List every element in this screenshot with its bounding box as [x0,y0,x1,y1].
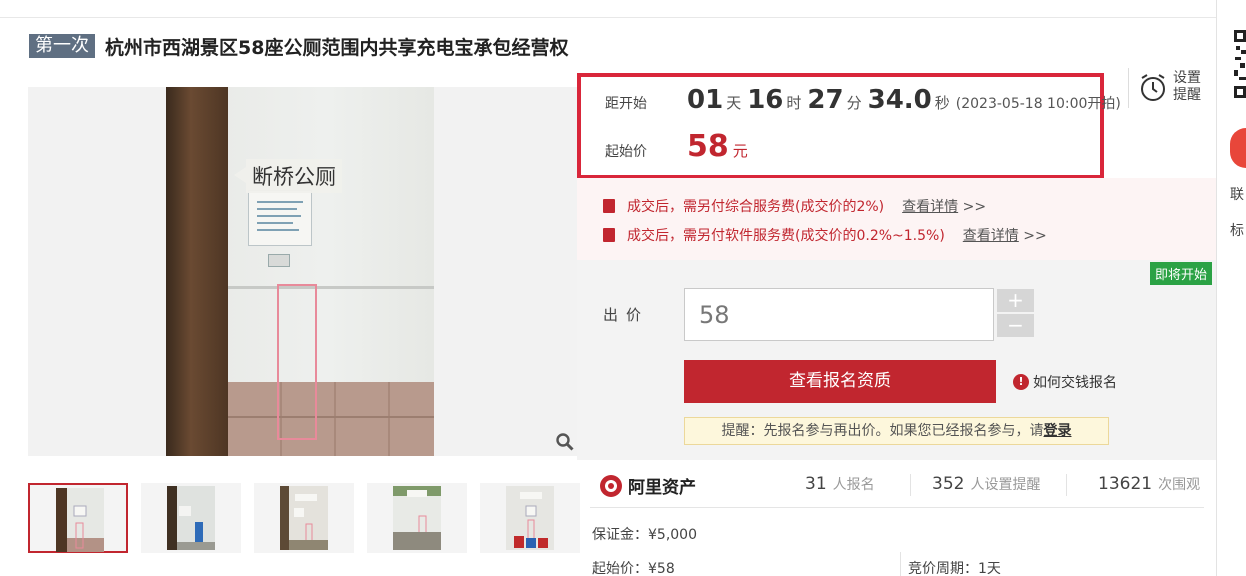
start-price-value: 58 [687,129,729,164]
round-badge: 第一次 [29,34,95,58]
thumbnail[interactable] [141,483,241,553]
how-to-pay-link[interactable]: ! 如何交钱报名 [1013,372,1117,392]
countdown-label: 距开始 [605,96,647,112]
fee-notice: 成交后，需另付综合服务费(成交价的2%) 查看详情 >> 成交后，需另付软件服务… [577,178,1216,260]
hours-unit: 时 [786,94,802,112]
bidding-cycle: 竞价周期：1天 [908,561,1001,576]
wooden-pillar [166,87,228,456]
ali-logo-icon [600,474,622,497]
view-qualification-button[interactable]: 查看报名资质 [684,360,996,403]
brand-name: 阿里资产 [628,478,696,498]
auction-stats: 阿里资产 31 人报名 352 人设置提醒 13621 次围观 [590,462,1204,508]
minutes-unit: 分 [846,94,862,112]
reminder-stat: 352 人设置提醒 [932,474,1041,494]
thumbnail[interactable] [367,483,467,553]
sidebar-mark[interactable]: 标 [1230,220,1244,240]
fee-icon [603,228,615,242]
location-marker-box [277,284,317,440]
decrease-bid-button[interactable]: − [997,314,1034,337]
fee-details-link[interactable]: 查看详情 >> [902,196,986,216]
ali-assets-logo: 阿里资产 [600,473,696,498]
fee-icon [603,199,615,213]
fee-notice-text: 成交后，需另付软件服务费(成交价的0.2%~1.5%) [627,228,945,244]
sidebar-contact[interactable]: 联 [1230,184,1244,204]
registered-stat: 31 人报名 [805,474,875,494]
thumbnail-image [393,486,441,550]
set-reminder-label: 设置 提醒 [1173,70,1209,104]
start-price-row: 起始价 58 元 [605,129,748,164]
qr-code-icon[interactable] [1234,30,1246,100]
toilet-photo: 断桥公厕 [166,87,434,456]
thumbnail-image [56,488,104,552]
bid-label: 出价 [603,306,650,324]
wall-signboard [248,190,312,246]
how-to-pay-label: 如何交钱报名 [1033,375,1117,391]
fee-notice-row: 成交后，需另付软件服务费(成交价的0.2%~1.5%) 查看详情 >> [603,225,1047,245]
fee-details-link[interactable]: 查看详情 >> [963,225,1047,245]
countdown-days: 01 [687,85,724,115]
reminder-text: 提醒：先报名参与再出价。如果您已经报名参与，请 [721,423,1044,439]
info-icon: ! [1013,374,1029,390]
alarm-clock-icon [1141,74,1165,101]
thumbnail[interactable] [28,483,128,553]
sidebar-logo[interactable] [1230,128,1246,168]
bid-panel: 即将开始 出价 + − 查看报名资质 ! 如何交钱报名 提醒：先报名参与再出价。… [577,260,1216,460]
reminder-line1: 设置 [1173,70,1201,86]
bid-amount-input[interactable] [684,288,994,341]
thumbnail-image [280,486,328,550]
photo-location-label: 断桥公厕 [234,159,342,193]
start-price-unit: 元 [732,142,748,160]
set-reminder-button[interactable]: 设置 提醒 [1128,68,1216,108]
seconds-unit: 秒 [934,94,950,112]
zoom-icon[interactable] [556,433,574,451]
page-title: 杭州市西湖景区58座公厕范围内共享充电宝承包经营权 [105,36,569,59]
top-divider [0,17,1216,18]
days-unit: 天 [726,94,742,112]
deposit-amount: 保证金：¥5,000 [592,527,697,543]
thumbnail-image [167,486,215,550]
wall-pipe [228,286,434,289]
views-stat: 13621 次围观 [1098,474,1201,494]
fee-notice-text: 成交后，需另付综合服务费(成交价的2%) [627,199,885,215]
main-image[interactable]: 断桥公厕 [28,87,577,456]
thumbnail-image [506,486,554,550]
title-row: 第一次 杭州市西湖景区58座公厕范围内共享充电宝承包经营权 [29,33,568,59]
countdown-hours: 16 [747,85,784,115]
increase-bid-button[interactable]: + [997,289,1034,312]
login-reminder: 提醒：先报名参与再出价。如果您已经报名参与，请登录 [684,417,1109,445]
stone-wall-base [228,382,434,456]
reminder-line2: 提醒 [1173,87,1201,103]
start-time: (2023-05-18 10:00开拍) [955,96,1121,112]
start-price-detail: 起始价：¥58 [592,561,675,576]
start-price-label: 起始价 [605,144,647,160]
countdown-seconds: 34.0 [867,85,932,115]
thumbnail[interactable] [254,483,354,553]
fee-notice-row: 成交后，需另付综合服务费(成交价的2%) 查看详情 >> [603,196,986,216]
countdown-minutes: 27 [807,85,844,115]
wall-socket [268,254,290,267]
thumbnail[interactable] [480,483,580,553]
countdown-panel: 距开始 01 天 16 时 27 分 34.0 秒 (2023-05-18 10… [577,73,1121,179]
countdown-row: 距开始 01 天 16 时 27 分 34.0 秒 (2023-05-18 10… [605,85,1121,115]
status-badge: 即将开始 [1149,262,1212,285]
login-link[interactable]: 登录 [1044,423,1072,439]
right-divider [1216,0,1217,576]
